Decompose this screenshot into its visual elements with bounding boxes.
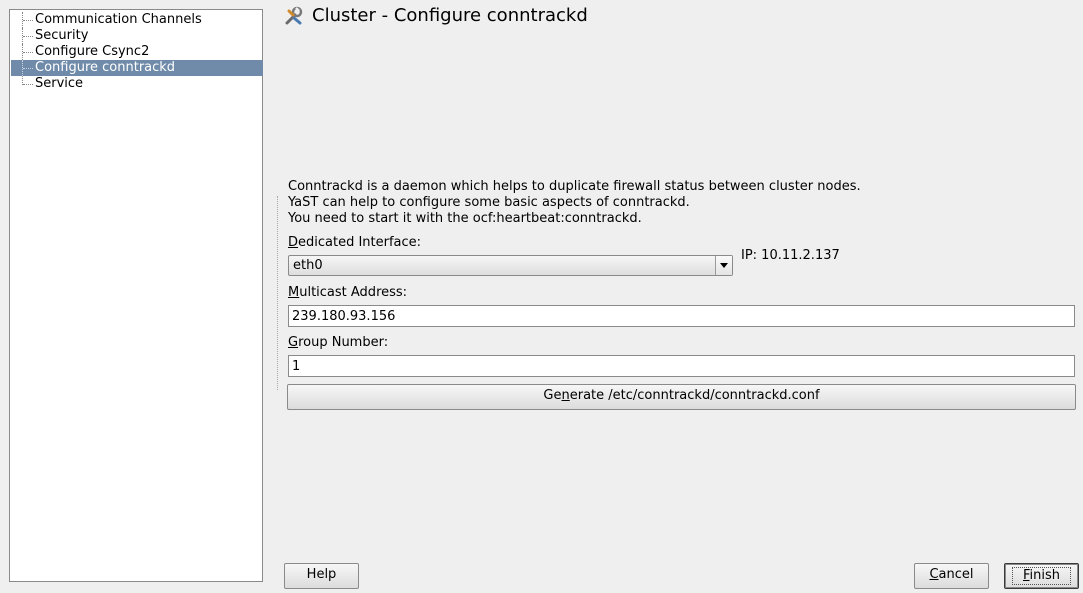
- tree-item-label: Communication Channels: [35, 12, 202, 27]
- tree-item-configure-conntrackd[interactable]: Configure conntrackd: [11, 60, 263, 76]
- tree-item-label: Configure conntrackd: [35, 60, 176, 75]
- finish-button[interactable]: Finish: [1004, 563, 1079, 589]
- description-text: Conntrackd is a daemon which helps to du…: [288, 179, 861, 227]
- tree-branch-line: [21, 76, 33, 92]
- description-line: Conntrackd is a daemon which helps to du…: [288, 179, 861, 194]
- section-divider: [277, 196, 278, 390]
- group-number-label: Group Number:: [288, 335, 389, 350]
- page-title: Cluster - Configure conntrackd: [312, 5, 588, 26]
- cancel-button[interactable]: Cancel: [914, 563, 989, 589]
- chevron-down-icon[interactable]: [715, 256, 732, 275]
- generate-config-label: Generate /etc/conntrackd/conntrackd.conf: [543, 388, 820, 403]
- description-line: YaST can help to configure some basic as…: [288, 195, 690, 210]
- finish-button-label: Finish: [1011, 567, 1072, 585]
- tree-branch-line: [21, 12, 33, 28]
- tree-branch-line: [21, 60, 33, 76]
- wrench-tools-icon: [284, 6, 304, 26]
- tree-item-configure-csync2[interactable]: Configure Csync2: [11, 44, 263, 60]
- navigation-tree[interactable]: Communication Channels Security Configur…: [9, 9, 263, 582]
- help-button-label: Help: [306, 567, 337, 582]
- tree-item-label: Security: [35, 28, 89, 43]
- tree-item-service[interactable]: Service: [11, 76, 263, 92]
- dedicated-interface-select[interactable]: eth0: [288, 255, 733, 276]
- tree-branch-line: [21, 44, 33, 60]
- group-number-field[interactable]: [288, 355, 1075, 377]
- description-line: You need to start it with the ocf:heartb…: [288, 211, 642, 226]
- ip-address-label: IP: 10.11.2.137: [741, 248, 840, 263]
- select-value: eth0: [293, 258, 323, 273]
- cancel-button-label: Cancel: [929, 567, 974, 582]
- tree-item-security[interactable]: Security: [11, 28, 263, 44]
- tree-branch-line: [21, 28, 33, 44]
- tree-item-label: Service: [35, 76, 84, 91]
- tree-item-label: Configure Csync2: [35, 44, 150, 59]
- tree-item-communication-channels[interactable]: Communication Channels: [11, 12, 263, 28]
- multicast-address-field[interactable]: [288, 305, 1075, 327]
- dedicated-interface-label: Dedicated Interface:: [288, 235, 422, 250]
- multicast-address-label: Multicast Address:: [288, 285, 408, 300]
- generate-config-button[interactable]: Generate /etc/conntrackd/conntrackd.conf: [287, 384, 1076, 410]
- help-button[interactable]: Help: [284, 563, 359, 589]
